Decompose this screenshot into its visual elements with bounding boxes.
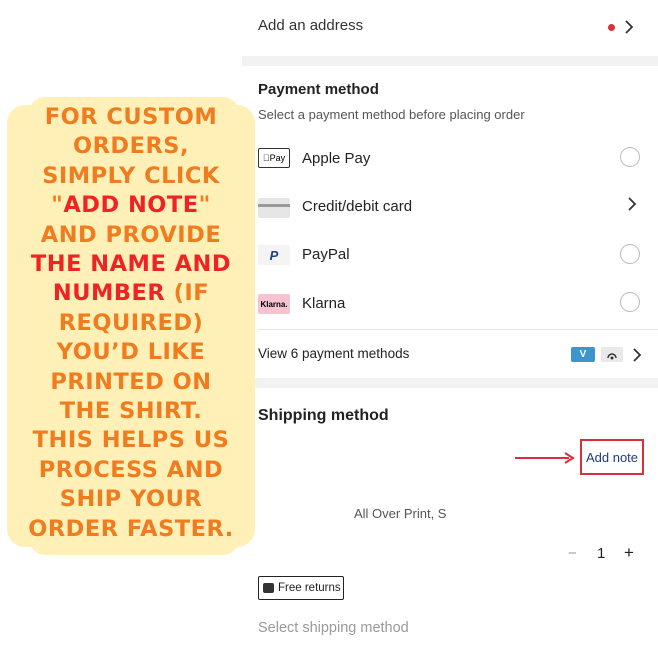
callout-segment: NUMBER (52, 280, 166, 307)
callout-segment: PROCESS AND (38, 456, 224, 483)
callout-segment: FOR CUSTOM (44, 104, 218, 130)
quantity-value: 1 (597, 545, 606, 562)
increase-button[interactable]: + (624, 543, 634, 563)
select-shipping-method[interactable]: Select shipping method (258, 620, 409, 636)
quantity-stepper[interactable]: − 1 + (562, 542, 644, 568)
callout-segment: YOU’D LIKE (56, 339, 206, 366)
venmo-badge-icon: V (571, 347, 595, 362)
product-variant: All Over Print, S (354, 506, 447, 521)
callout-segment: ADD NOTE (63, 192, 199, 219)
apple-pay-radio[interactable] (620, 147, 640, 167)
free-returns-label: Free returns (278, 582, 341, 594)
callout-segment: ORDERS, (72, 133, 190, 160)
callout-line: THE NAME AND (7, 250, 255, 279)
paypal-icon: P (258, 245, 290, 265)
callout-text: FOR CUSTOM ORDERS, SIMPLY CLICK "ADD NOTE" A… (7, 103, 255, 544)
callout-line: PRINTED ON (7, 368, 255, 397)
callout-line: "ADD NOTE" (7, 191, 255, 220)
callout-segment: SHIP YOUR (59, 486, 203, 513)
section-divider (242, 56, 658, 66)
wallet-badge-icon (601, 347, 623, 362)
callout-line: YOU’D LIKE (7, 338, 255, 367)
callout-segment: (IF (165, 280, 210, 307)
callout-segment: SIMPLY CLICK (42, 162, 220, 189)
callout-line: PROCESS AND (7, 456, 255, 485)
shipping-title: Shipping method (258, 407, 389, 424)
callout-segment: PRINTED ON (50, 368, 212, 395)
callout-line: THE SHIRT. (7, 397, 255, 426)
klarna-icon: Klarna. (258, 294, 290, 314)
decrease-button[interactable]: − (568, 545, 577, 562)
address-label: Add an address (258, 17, 364, 34)
payment-label-apple-pay: Apple Pay (302, 150, 371, 167)
callout-line: REQUIRED) (7, 309, 255, 338)
section-divider (242, 378, 658, 388)
callout-line: ORDERS, (7, 132, 255, 161)
callout-line: ORDER FASTER. (7, 515, 255, 544)
callout-segment: REQUIRED) (58, 309, 204, 336)
callout-line: FOR CUSTOM (7, 103, 255, 132)
callout-line: SIMPLY CLICK (7, 162, 255, 191)
view-more-label: View 6 payment methods (258, 346, 410, 361)
alert-dot-icon (608, 24, 615, 31)
add-note-label: Add note (585, 449, 639, 465)
callout-line: AND PROVIDE (7, 221, 255, 250)
callout-segment: THIS HELPS US (32, 427, 230, 454)
arrow-icon (515, 452, 575, 464)
chevron-right-icon[interactable] (627, 196, 637, 212)
apple-pay-icon: Pay (258, 148, 290, 168)
payment-subtitle: Select a payment method before placing o… (258, 107, 525, 122)
paypal-radio[interactable] (620, 244, 640, 264)
callout-segment: THE SHIRT. (59, 398, 203, 425)
callout-segment: " (51, 192, 64, 219)
callout-segment: THE NAME AND (30, 251, 232, 278)
payment-label-paypal: PayPal (302, 246, 350, 263)
callout-segment: ORDER FASTER. (28, 515, 234, 542)
callout-line: THIS HELPS US (7, 426, 255, 455)
callout-segment: AND PROVIDE (40, 221, 222, 248)
address-row[interactable]: Add an address (242, 0, 658, 56)
credit-card-icon (258, 198, 290, 218)
payment-label-klarna: Klarna (302, 295, 346, 312)
callout-line: SHIP YOUR (7, 485, 255, 514)
chevron-right-icon[interactable] (632, 347, 642, 363)
chevron-right-icon (625, 20, 634, 34)
payment-title: Payment method (258, 81, 379, 98)
divider (258, 329, 658, 330)
callout-segment: " (198, 192, 211, 219)
payment-label-card: Credit/debit card (302, 198, 413, 215)
callout-line: NUMBER (IF (7, 279, 255, 308)
box-icon (263, 583, 274, 593)
instruction-callout: FOR CUSTOM ORDERS, SIMPLY CLICK "ADD NOTE" A… (7, 97, 255, 555)
add-note-button[interactable]: Add note (580, 439, 644, 475)
klarna-radio[interactable] (620, 292, 640, 312)
free-returns-badge: Free returns (258, 576, 344, 600)
